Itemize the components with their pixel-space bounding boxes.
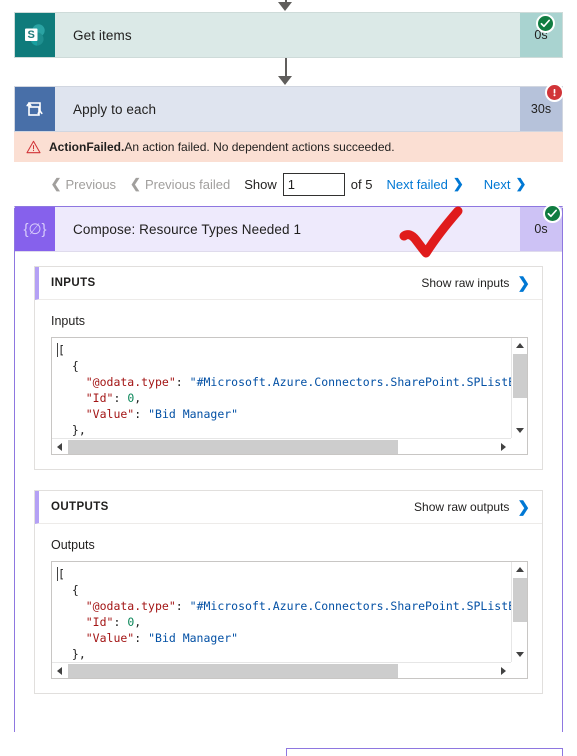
inputs-code-content: [ { "@odata.type": "#Microsoft.Azure.Con… — [57, 343, 511, 437]
next-action-card-partial — [286, 748, 563, 756]
check-icon — [540, 19, 550, 28]
chevron-left-icon: ❮ — [130, 176, 141, 191]
iteration-pager: ❮ Previous ❮ Previous failed Show of 5 N… — [14, 162, 563, 206]
scroll-down-icon[interactable] — [512, 647, 527, 662]
outputs-header-label: OUTPUTS — [51, 501, 109, 513]
show-raw-inputs-label: Show raw inputs — [421, 276, 510, 290]
connector-arrowhead — [278, 2, 292, 11]
scroll-right-icon[interactable] — [496, 663, 511, 678]
connector-top — [0, 0, 577, 12]
scrollbar-corner — [511, 438, 527, 454]
horizontal-scrollbar[interactable] — [52, 438, 511, 454]
action-card-get-items[interactable]: S Get items 0s — [0, 12, 577, 58]
next-button[interactable]: Next ❯ — [484, 176, 527, 192]
action-title: Compose: Resource Types Needed 1 — [73, 221, 302, 237]
compose-icon: {∅} — [15, 207, 55, 251]
check-icon — [547, 209, 557, 218]
inputs-panel-body: Inputs [ { "@odata.type": "#Microsoft.Az… — [35, 300, 542, 469]
svg-text:{∅}: {∅} — [23, 221, 46, 238]
scroll-down-icon[interactable] — [512, 423, 527, 438]
connector-middle — [0, 58, 577, 86]
previous-button[interactable]: ❮ Previous — [51, 176, 116, 192]
vertical-scrollbar[interactable] — [511, 338, 527, 438]
inputs-panel-header: INPUTS Show raw inputs ❯ — [35, 267, 542, 300]
connector-line — [285, 58, 287, 78]
inputs-header-label: INPUTS — [51, 277, 96, 289]
show-raw-outputs-link[interactable]: Show raw outputs ❯ — [414, 498, 530, 516]
scrollbar-thumb[interactable] — [68, 440, 398, 454]
scroll-right-icon[interactable] — [496, 439, 511, 454]
scrollbar-thumb[interactable] — [68, 664, 398, 678]
inputs-code-box[interactable]: [ { "@odata.type": "#Microsoft.Azure.Con… — [51, 337, 528, 455]
next-failed-button[interactable]: Next failed ❯ — [386, 176, 463, 192]
outputs-code-content: [ { "@odata.type": "#Microsoft.Azure.Con… — [57, 567, 511, 661]
status-badge-succeeded — [543, 204, 562, 223]
connector-arrowhead — [278, 76, 292, 85]
inputs-panel: INPUTS Show raw inputs ❯ Inputs [ { "@od… — [34, 266, 543, 470]
exclamation-icon — [553, 89, 556, 97]
inputs-section-label: Inputs — [51, 314, 86, 328]
loop-icon — [15, 87, 55, 131]
outputs-panel: OUTPUTS Show raw outputs ❯ Outputs [ { "… — [34, 490, 543, 694]
warning-icon — [26, 140, 41, 154]
svg-text:S: S — [28, 29, 35, 41]
scroll-up-icon[interactable] — [512, 562, 527, 577]
show-raw-inputs-link[interactable]: Show raw inputs ❯ — [421, 274, 530, 292]
iteration-number-input[interactable] — [282, 172, 345, 196]
status-badge-succeeded — [536, 14, 555, 33]
next-failed-label: Next failed — [386, 176, 448, 192]
scrollbar-thumb[interactable] — [513, 354, 527, 398]
show-label: Show — [244, 176, 277, 192]
scrollbar-thumb[interactable] — [513, 578, 527, 622]
previous-failed-label: Previous failed — [144, 176, 231, 192]
vertical-scrollbar[interactable] — [511, 562, 527, 662]
error-banner: ActionFailed. An action failed. No depen… — [14, 132, 563, 162]
error-message: An action failed. No dependent actions s… — [124, 140, 395, 154]
action-title: Apply to each — [73, 101, 157, 117]
outputs-panel-body: Outputs [ { "@odata.type": "#Microsoft.A… — [35, 524, 542, 693]
show-raw-outputs-label: Show raw outputs — [414, 500, 510, 514]
scroll-up-icon[interactable] — [512, 338, 527, 353]
action-title: Get items — [73, 27, 132, 43]
chevron-right-icon: ❯ — [515, 176, 527, 191]
chevron-left-icon: ❮ — [50, 176, 62, 191]
action-card-compose[interactable]: {∅} Compose: Resource Types Needed 1 0s — [0, 204, 577, 252]
total-iterations-label: of 5 — [350, 176, 373, 192]
error-code: ActionFailed. — [49, 140, 125, 154]
scroll-left-icon[interactable] — [52, 439, 67, 454]
action-card-apply-to-each[interactable]: Apply to each 30s — [0, 83, 577, 132]
chevron-right-icon: ❯ — [517, 499, 530, 516]
sharepoint-icon: S — [15, 13, 55, 57]
scroll-left-icon[interactable] — [52, 663, 67, 678]
chevron-right-icon: ❯ — [517, 275, 530, 292]
outputs-section-label: Outputs — [51, 538, 95, 552]
previous-label: Previous — [65, 176, 117, 192]
next-label: Next — [483, 176, 511, 192]
status-badge-failed — [545, 83, 564, 102]
previous-failed-button[interactable]: ❮ Previous failed — [130, 176, 230, 192]
horizontal-scrollbar[interactable] — [52, 662, 511, 678]
scrollbar-corner — [511, 662, 527, 678]
chevron-right-icon: ❯ — [452, 176, 464, 191]
outputs-panel-header: OUTPUTS Show raw outputs ❯ — [35, 491, 542, 524]
outputs-code-box[interactable]: [ { "@odata.type": "#Microsoft.Azure.Con… — [51, 561, 528, 679]
